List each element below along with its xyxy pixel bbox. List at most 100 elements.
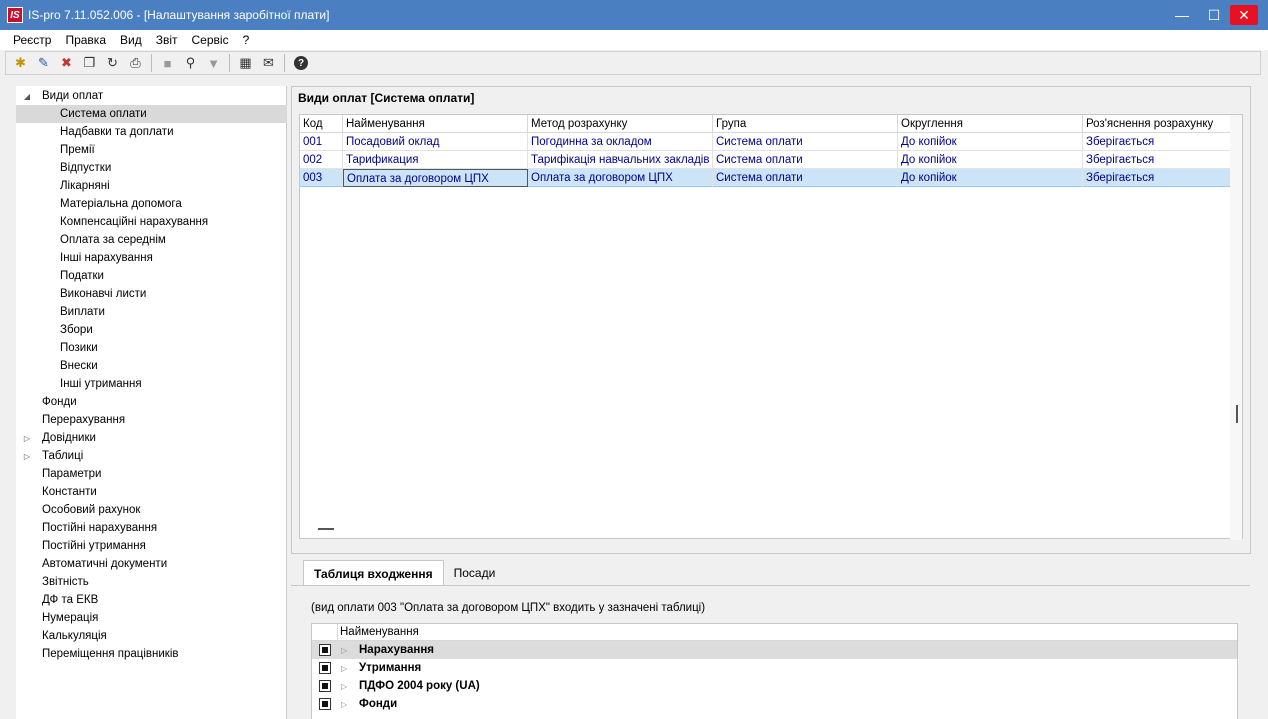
- expanded-arrow-icon[interactable]: ◢: [20, 92, 34, 101]
- tree-item-label: Переміщення працівників: [42, 648, 179, 660]
- collapsed-arrow-icon[interactable]: ▷: [20, 452, 34, 461]
- expand-arrow-icon[interactable]: ▷: [341, 700, 347, 709]
- menu-report[interactable]: Звіт: [149, 33, 185, 47]
- tree-item-label: Таблиці: [42, 450, 84, 462]
- list-item[interactable]: ▷ Фонди: [312, 695, 1237, 713]
- tree-item-label: Автоматичні документи: [42, 558, 168, 570]
- horizontal-scroll-thumb[interactable]: [318, 528, 334, 530]
- tree-item-calculation[interactable]: Калькуляція: [42, 627, 107, 645]
- toolbar: ✱ ✎ ✖ ❐ ↻ ⎙ ■ ⚲ ▼ ▦ ✉ ?: [5, 51, 1261, 75]
- list-item[interactable]: ▷ Нарахування: [312, 641, 1237, 659]
- tree-item-directories[interactable]: ▷ Довідники: [20, 429, 96, 447]
- tree-item-parameters[interactable]: Параметри: [42, 465, 101, 483]
- copy-icon[interactable]: ❐: [79, 53, 100, 73]
- new-icon[interactable]: ✱: [10, 53, 31, 73]
- table-row[interactable]: 002 Тарификация Тарифікація навчальних з…: [300, 151, 1232, 169]
- scroll-thumb[interactable]: [1236, 405, 1238, 423]
- tree-item-sick-leave[interactable]: Лікарняні: [60, 177, 110, 195]
- inclusion-grid: Найменування ▷ Нарахування ▷ Утримання ▷…: [311, 623, 1238, 719]
- column-header-method[interactable]: Метод розрахунку: [528, 115, 713, 133]
- tree-item-payment-types[interactable]: ◢ Види оплат: [20, 87, 103, 105]
- tree-item-writs[interactable]: Виконавчі листи: [60, 285, 146, 303]
- list-item[interactable]: ▷ Утримання: [312, 659, 1237, 677]
- tree-item-loans[interactable]: Позики: [60, 339, 98, 357]
- tree-item-compensation[interactable]: Компенсаційні нарахування: [60, 213, 208, 231]
- mail-icon[interactable]: ✉: [258, 53, 279, 73]
- tree-item-label: Лікарняні: [60, 180, 110, 192]
- collapsed-arrow-icon[interactable]: ▷: [20, 434, 34, 443]
- vertical-scrollbar[interactable]: [1230, 115, 1242, 540]
- tree-item-contributions[interactable]: Внески: [60, 357, 98, 375]
- menu-registry[interactable]: Реєстр: [6, 33, 58, 47]
- menu-help[interactable]: ?: [236, 33, 257, 47]
- tree-item-label: Оплата за середнім: [60, 234, 166, 246]
- tree-item-recalculation[interactable]: Перерахування: [42, 411, 125, 429]
- tree-item-material-aid[interactable]: Матеріальна допомога: [60, 195, 182, 213]
- column-header-name[interactable]: Найменування: [337, 624, 419, 641]
- tree-item-average-pay[interactable]: Оплата за середнім: [60, 231, 166, 249]
- tree-item-numbering[interactable]: Нумерація: [42, 609, 98, 627]
- tree-item-permanent-accruals[interactable]: Постійні нарахування: [42, 519, 157, 537]
- refresh-icon[interactable]: ↻: [102, 53, 123, 73]
- tree-item-pay-system[interactable]: Система оплати: [16, 105, 287, 123]
- expand-arrow-icon[interactable]: ▷: [341, 646, 347, 655]
- tab-positions[interactable]: Посади: [444, 560, 506, 586]
- menu-service[interactable]: Сервіс: [185, 33, 236, 47]
- tree-item-df-ekv[interactable]: ДФ та ЕКВ: [42, 591, 98, 609]
- tree-item-vacations[interactable]: Відпустки: [60, 159, 111, 177]
- tree-item-payouts[interactable]: Виплати: [60, 303, 105, 321]
- tree-item-employee-transfer[interactable]: Переміщення працівників: [42, 645, 179, 663]
- search-icon[interactable]: ⚲: [180, 53, 201, 73]
- tree-item-label: Премії: [60, 144, 95, 156]
- checkbox[interactable]: [319, 662, 331, 674]
- list-item-label: Фонди: [359, 698, 398, 710]
- column-header-rounding[interactable]: Округлення: [898, 115, 1083, 133]
- expand-arrow-icon[interactable]: ▷: [341, 682, 347, 691]
- maximize-button[interactable]: ☐: [1198, 0, 1230, 30]
- tree-item-label: Компенсаційні нарахування: [60, 216, 209, 228]
- tree-item-other-deductions[interactable]: Інші утримання: [60, 375, 142, 393]
- tree-item-permanent-deductions[interactable]: Постійні утримання: [42, 537, 146, 555]
- tree-item-bonuses[interactable]: Премії: [60, 141, 95, 159]
- column-header-explanation[interactable]: Роз'яснення розрахунку: [1083, 115, 1232, 133]
- column-header-group[interactable]: Група: [713, 115, 898, 133]
- help-icon[interactable]: ?: [294, 56, 308, 70]
- tree-item-fees[interactable]: Збори: [60, 321, 93, 339]
- tree-item-label: Види оплат: [42, 90, 104, 102]
- stop-icon[interactable]: ■: [157, 53, 178, 73]
- checkbox[interactable]: [319, 698, 331, 710]
- tab-inclusion-table[interactable]: Таблиця входження: [303, 560, 444, 586]
- table-row-selected[interactable]: 003 Оплата за договором ЦПХ Оплата за до…: [300, 169, 1232, 187]
- checkbox[interactable]: [319, 680, 331, 692]
- tree-item-other-accruals[interactable]: Інші нарахування: [60, 249, 153, 267]
- minimize-button[interactable]: —: [1166, 0, 1198, 30]
- column-header-name[interactable]: Найменування: [343, 115, 528, 133]
- tree-item-personal-account[interactable]: Особовий рахунок: [42, 501, 140, 519]
- tree-item-auto-documents[interactable]: Автоматичні документи: [42, 555, 167, 573]
- close-button[interactable]: ✕: [1230, 5, 1258, 25]
- filter-icon[interactable]: ▼: [203, 53, 224, 73]
- payment-types-grid: Код Найменування Метод розрахунку Група …: [299, 114, 1243, 540]
- calculator-icon[interactable]: ▦: [235, 53, 256, 73]
- tree-item-label: Постійні утримання: [42, 540, 146, 552]
- tree-item-reporting[interactable]: Звітність: [42, 573, 89, 591]
- menu-edit[interactable]: Правка: [58, 33, 113, 47]
- tree-item-funds[interactable]: Фонди: [42, 393, 77, 411]
- column-header-code[interactable]: Код: [300, 115, 343, 133]
- delete-icon[interactable]: ✖: [56, 53, 77, 73]
- navigation-tree: ◢ Види оплат Система оплати Надбавки та д…: [16, 86, 287, 719]
- tree-item-tables[interactable]: ▷ Таблиці: [20, 447, 83, 465]
- tree-item-label: Збори: [60, 324, 93, 336]
- tree-item-taxes[interactable]: Податки: [60, 267, 104, 285]
- edit-icon[interactable]: ✎: [33, 53, 54, 73]
- cell-code: 003: [300, 169, 343, 187]
- menu-view[interactable]: Вид: [113, 33, 149, 47]
- tree-item-constants[interactable]: Константи: [42, 483, 97, 501]
- table-row[interactable]: 001 Посадовий оклад Погодинна за окладом…: [300, 133, 1232, 151]
- expand-arrow-icon[interactable]: ▷: [341, 664, 347, 673]
- checkbox[interactable]: [319, 644, 331, 656]
- list-item[interactable]: ▷ ПДФО 2004 року (UA): [312, 677, 1237, 695]
- print-icon[interactable]: ⎙: [125, 53, 146, 73]
- tree-item-label: Особовий рахунок: [42, 504, 141, 516]
- tree-item-allowances[interactable]: Надбавки та доплати: [60, 123, 174, 141]
